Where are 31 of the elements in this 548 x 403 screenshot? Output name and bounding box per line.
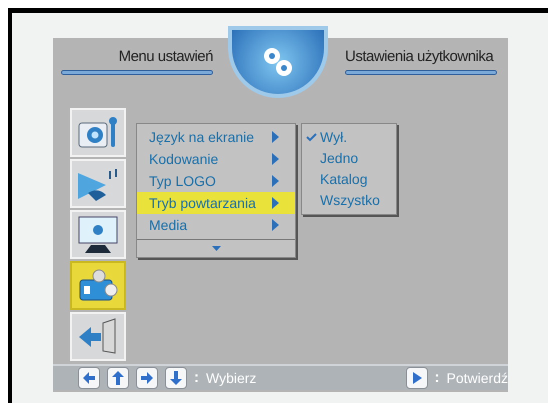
hint-label: Wybierz — [206, 368, 256, 388]
caret-down-icon — [212, 246, 220, 251]
separator-text: : — [194, 368, 199, 388]
menu-item[interactable]: Typ LOGO — [137, 170, 295, 192]
chevron-right-icon — [272, 219, 279, 231]
menu-item[interactable]: Język na ekranie — [137, 126, 295, 148]
key-button[interactable] — [165, 367, 187, 389]
key-button[interactable] — [78, 367, 100, 389]
submenu-option[interactable]: Wył. — [302, 127, 396, 148]
sidebar-tile[interactable] — [70, 261, 126, 310]
chevron-right-icon — [272, 197, 279, 209]
section-title: Ustawienia użytkownika — [345, 47, 494, 67]
submenu-option[interactable]: Katalog — [302, 169, 396, 190]
camera-wrench-icon — [77, 114, 119, 150]
monitor-icon — [77, 214, 119, 254]
menu-title: Menu ustawień — [118, 47, 213, 67]
checkmark-icon — [306, 133, 317, 142]
separator-text: : — [434, 368, 440, 388]
right-arrow-icon — [138, 369, 156, 387]
chevron-right-icon — [272, 131, 279, 143]
menu-item[interactable]: Tryb powtarzania — [137, 192, 295, 214]
menu-item[interactable]: Kodowanie — [137, 148, 295, 170]
chevron-right-icon — [272, 153, 279, 165]
chevron-right-icon — [272, 175, 279, 187]
key-button[interactable] — [406, 367, 428, 389]
submenu-option[interactable]: Wszystko — [302, 190, 396, 211]
hint-label: Potwierdź — [446, 368, 508, 388]
key-button[interactable] — [136, 367, 158, 389]
menu-item[interactable]: Media — [137, 214, 295, 236]
key-button[interactable] — [107, 367, 129, 389]
submenu-option[interactable]: Jedno — [302, 148, 396, 169]
